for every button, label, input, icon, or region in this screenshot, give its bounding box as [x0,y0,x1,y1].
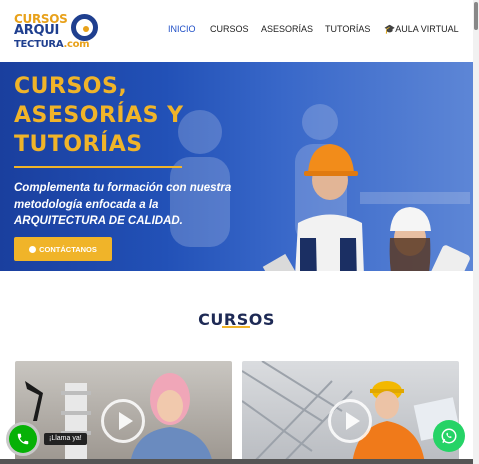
nav-aula-virtual[interactable]: 🎓AULA VIRTUAL [384,24,459,35]
logo-line-3: TECTURA.com [14,39,90,50]
play-icon[interactable] [328,399,372,443]
graduation-cap-icon: 🎓 [384,24,396,34]
hero-title: CURSOS, ASESORÍAS Y TUTORÍAS [14,74,184,157]
nav-tutorias[interactable]: TUTORÍAS [325,24,370,34]
nav-cursos[interactable]: CURSOS [210,24,249,34]
hero-people-image [262,144,470,271]
call-button[interactable] [9,425,37,453]
call-button-label[interactable]: ¡Llama ya! [44,433,87,445]
contact-button-label: CONTÁCTANOS [39,244,97,254]
site-logo[interactable]: CURSOS ARQUI TECTURA.com [14,12,98,52]
whatsapp-button[interactable] [433,420,465,452]
phone-icon [17,433,29,445]
nav-inicio[interactable]: INICIO [168,24,196,34]
hero-subtitle: Complementa tu formación con nuestra met… [14,182,232,227]
whatsapp-icon [441,428,457,444]
site-header: CURSOS ARQUI TECTURA.com INICIO CURSOS A… [0,0,473,63]
phone-icon [29,245,37,253]
play-icon[interactable] [101,399,145,443]
scrollbar-thumb[interactable] [474,2,478,30]
course-card-2[interactable] [242,361,459,464]
course-card-1[interactable] [15,361,232,464]
hero-banner: CURSOS, ASESORÍAS Y TUTORÍAS Complementa… [0,62,473,271]
logo-ring-icon [71,14,98,41]
bottom-edge [0,459,473,464]
nav-asesorias[interactable]: ASESORÍAS [261,24,313,34]
hero-title-underline [14,166,182,168]
contact-button[interactable]: CONTÁCTANOS [14,237,112,261]
page-scrollbar[interactable] [473,0,479,464]
courses-title-underline [222,326,250,328]
logo-line-2: ARQUI [14,23,60,38]
